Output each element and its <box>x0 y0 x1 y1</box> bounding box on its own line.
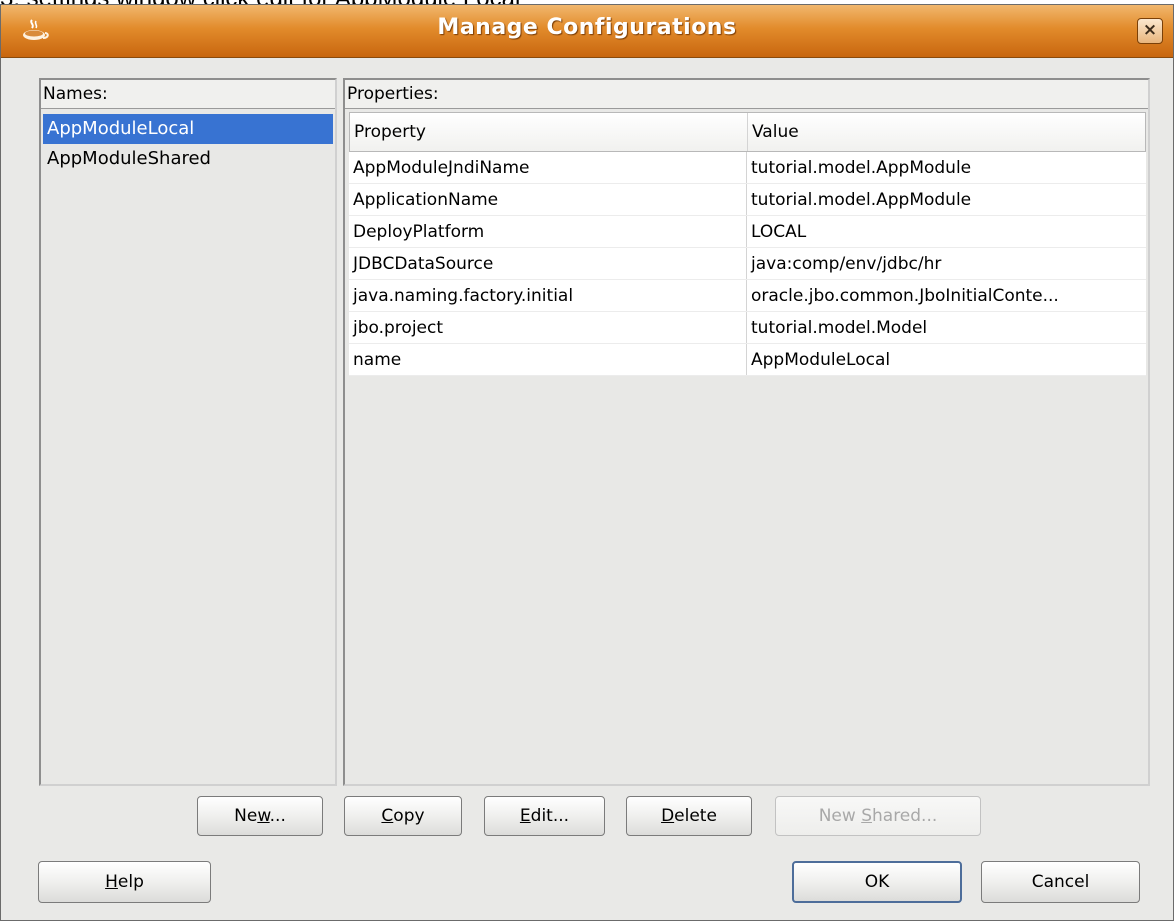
property-name-cell[interactable]: jbo.project <box>349 312 747 343</box>
properties-label: Properties: <box>345 80 1148 109</box>
property-value-cell[interactable]: java:comp/env/jdbc/hr <box>747 248 1144 279</box>
new-button-label: Ne <box>234 806 258 826</box>
property-value-cell[interactable]: LOCAL <box>747 216 1144 247</box>
property-name-cell[interactable]: name <box>349 344 747 375</box>
property-value-cell[interactable]: AppModuleLocal <box>747 344 1144 375</box>
table-row[interactable]: AppModuleJndiName tutorial.model.AppModu… <box>349 152 1146 184</box>
edit-button-label-rest: dit... <box>530 806 570 826</box>
new-shared-button-mnemonic: S <box>861 806 872 826</box>
property-name-cell[interactable]: java.naming.factory.initial <box>349 280 747 311</box>
table-row[interactable]: name AppModuleLocal <box>349 344 1146 376</box>
delete-button-label-rest: elete <box>674 806 717 826</box>
manage-configurations-dialog: Manage Configurations × Names: AppModule… <box>0 4 1174 921</box>
copy-button-label-rest: opy <box>393 806 425 826</box>
names-label: Names: <box>41 80 335 109</box>
copy-button[interactable]: Copy <box>344 796 462 836</box>
table-header: Property Value <box>349 112 1146 152</box>
names-item-appmoduleshared[interactable]: AppModuleShared <box>43 144 333 174</box>
properties-panel: Properties: Property Value AppModuleJndi… <box>343 78 1150 786</box>
help-button-mnemonic: H <box>105 872 118 892</box>
table-row[interactable]: JDBCDataSource java:comp/env/jdbc/hr <box>349 248 1146 280</box>
new-button-mnemonic: w <box>257 806 270 826</box>
ok-button[interactable]: OK <box>792 861 962 903</box>
table-row[interactable]: java.naming.factory.initial oracle.jbo.c… <box>349 280 1146 312</box>
property-value-cell[interactable]: tutorial.model.AppModule <box>747 184 1144 215</box>
property-name-cell[interactable]: AppModuleJndiName <box>349 152 747 183</box>
help-button[interactable]: Help <box>38 861 211 903</box>
new-shared-button[interactable]: New Shared... <box>775 796 981 836</box>
table-row[interactable]: jbo.project tutorial.model.Model <box>349 312 1146 344</box>
new-shared-button-label: New <box>818 806 862 826</box>
cancel-button[interactable]: Cancel <box>981 861 1140 903</box>
dialog-title: Manage Configurations <box>437 15 737 40</box>
delete-button-mnemonic: D <box>661 806 675 826</box>
new-shared-button-label-rest: hared... <box>872 806 938 826</box>
title-bar[interactable]: Manage Configurations × <box>1 5 1173 58</box>
table-row[interactable]: ApplicationName tutorial.model.AppModule <box>349 184 1146 216</box>
ok-button-label: OK <box>864 872 890 892</box>
property-name-cell[interactable]: DeployPlatform <box>349 216 747 247</box>
property-value-cell[interactable]: tutorial.model.AppModule <box>747 152 1144 183</box>
column-header-property[interactable]: Property <box>350 113 748 151</box>
property-name-cell[interactable]: ApplicationName <box>349 184 747 215</box>
new-button-label-rest: ... <box>269 806 286 826</box>
property-name-cell[interactable]: JDBCDataSource <box>349 248 747 279</box>
column-header-value[interactable]: Value <box>748 113 1145 151</box>
edit-button[interactable]: Edit... <box>484 796 605 836</box>
close-button[interactable]: × <box>1137 18 1163 44</box>
table-row[interactable]: DeployPlatform LOCAL <box>349 216 1146 248</box>
close-icon: × <box>1142 20 1158 40</box>
delete-button[interactable]: Delete <box>626 796 752 836</box>
edit-button-mnemonic: E <box>519 806 531 826</box>
names-list-panel: Names: AppModuleLocal AppModuleShared <box>39 78 337 786</box>
properties-table: Property Value AppModuleJndiName tutoria… <box>349 112 1146 376</box>
property-value-cell[interactable]: tutorial.model.Model <box>747 312 1144 343</box>
copy-button-mnemonic: C <box>381 806 394 826</box>
new-button[interactable]: New... <box>197 796 323 836</box>
property-value-cell[interactable]: oracle.jbo.common.JboInitialConte... <box>747 280 1144 311</box>
cancel-button-label: Cancel <box>1031 872 1090 892</box>
names-item-appmodulelocal[interactable]: AppModuleLocal <box>43 114 333 144</box>
help-button-label-rest: elp <box>117 872 144 892</box>
